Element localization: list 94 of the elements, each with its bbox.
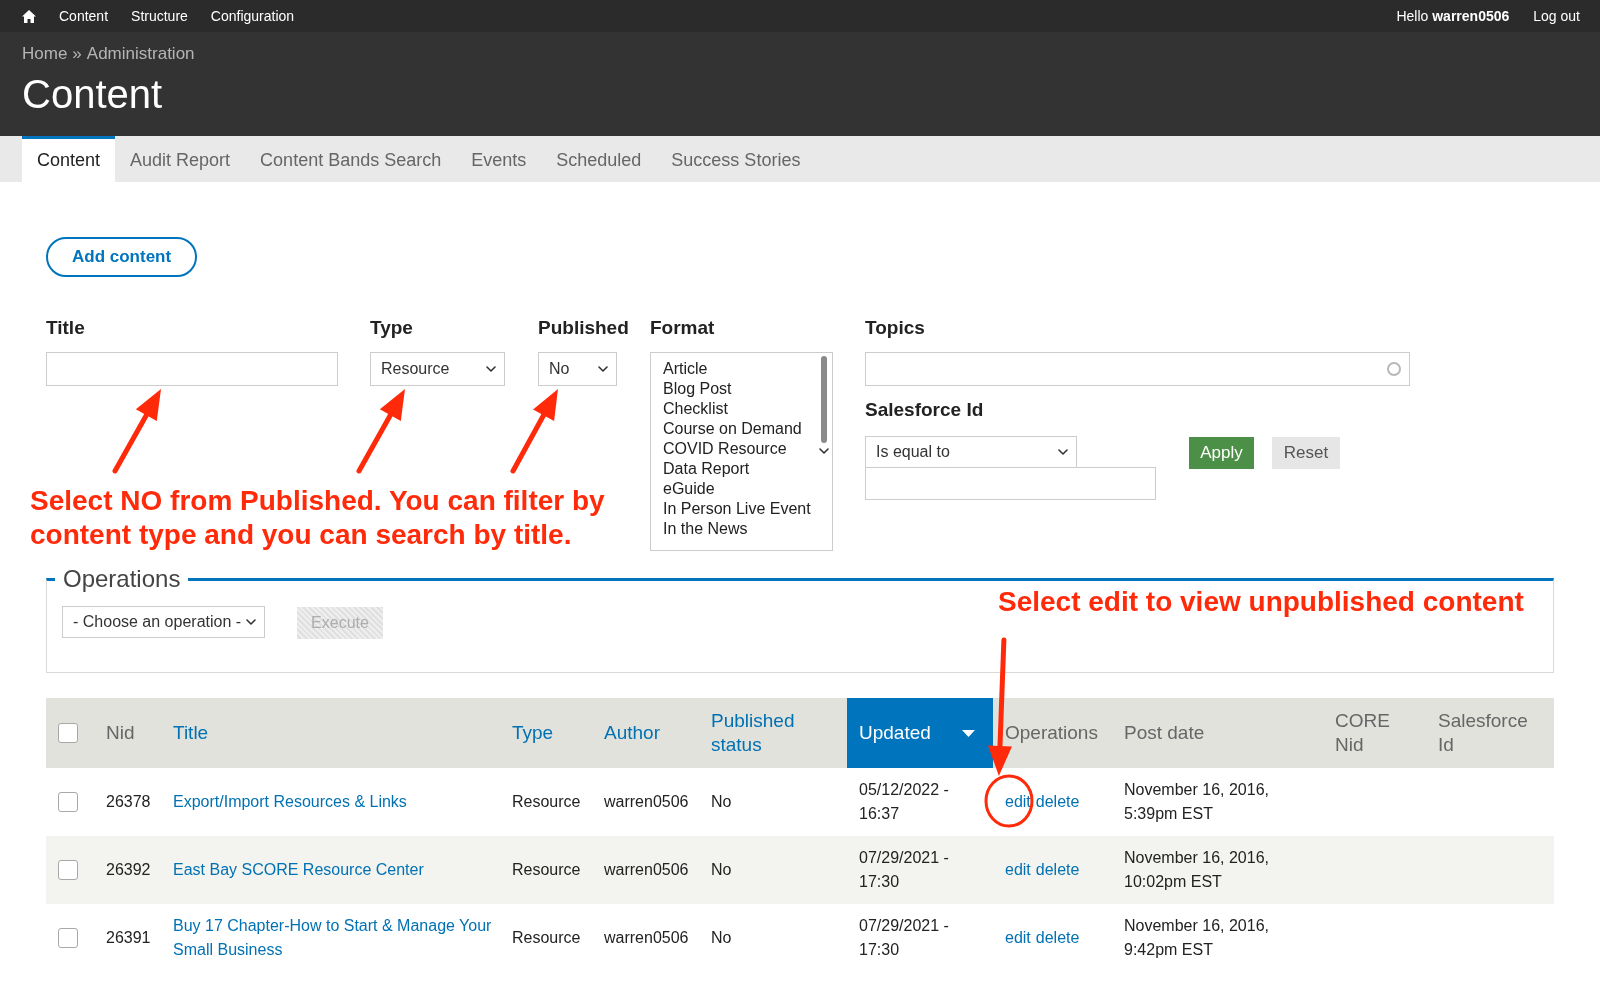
format-option[interactable]: Checklist [661, 399, 730, 419]
home-icon[interactable] [22, 9, 36, 23]
chevron-down-icon [598, 366, 608, 372]
annotation-circle [983, 774, 1035, 828]
format-option[interactable]: In Person Live Event [661, 499, 813, 519]
annotation-text: Select edit to view unpublished content [998, 585, 1524, 619]
toolbar-link[interactable]: Content [59, 5, 109, 27]
breadcrumb-link[interactable]: Home [22, 42, 68, 66]
format-option[interactable]: Article [661, 359, 710, 379]
operations-legend: Operations [55, 565, 189, 593]
tab[interactable]: Content Bands Search [245, 136, 457, 182]
format-option[interactable]: Course on Demand [661, 419, 804, 439]
field-label: Topics [865, 316, 926, 340]
tab[interactable]: Success Stories [656, 136, 816, 182]
column-header: Salesforce Id [1438, 709, 1529, 757]
checkbox[interactable] [58, 723, 78, 743]
operation-link[interactable]: edit [1005, 858, 1031, 882]
user-greeting: Hello warren0506 [1396, 6, 1510, 26]
chevron-down-icon [486, 366, 496, 372]
format-option[interactable]: eGuide [661, 479, 717, 499]
updated-cell: 07/29/2021 - 17:30 [859, 849, 949, 890]
chevron-down-icon [246, 619, 256, 625]
chevron-down-icon [1058, 449, 1068, 455]
author-cell: warren0506 [604, 793, 689, 810]
title-input[interactable] [46, 352, 338, 386]
type-cell: Resource [512, 929, 581, 946]
salesforce-id-input[interactable] [865, 467, 1156, 500]
scrollbar-thumb[interactable] [821, 356, 827, 443]
post-date-cell: November 16, 2016, 10:02pm EST [1124, 849, 1269, 890]
post-date-cell: November 16, 2016, 5:39pm EST [1124, 781, 1269, 822]
reset-button[interactable]: Reset [1272, 437, 1340, 469]
operation-select[interactable]: - Choose an operation - [62, 606, 265, 638]
tab[interactable]: Scheduled [541, 136, 657, 182]
status-cell: No [711, 793, 732, 810]
column-sort-link[interactable]: Title [173, 721, 209, 745]
column-sort-link[interactable]: Type [512, 721, 554, 745]
type-cell: Resource [512, 861, 581, 878]
post-date-cell: November 16, 2016, 9:42pm EST [1124, 917, 1269, 958]
annotation-text: Select NO from Published. You can filter by content type and you can search by title. [30, 484, 606, 552]
tab[interactable]: Events [456, 136, 542, 182]
author-cell: warren0506 [604, 929, 689, 946]
type-select[interactable]: Resource [370, 352, 505, 386]
tab[interactable]: Audit Report [115, 136, 246, 182]
tab[interactable]: Content [22, 136, 116, 182]
content-link[interactable]: Export/Import Resources & Links [173, 790, 407, 814]
chevron-down-icon [819, 448, 829, 454]
checkbox[interactable] [58, 792, 78, 812]
content-link[interactable]: East Bay SCORE Resource Center [173, 858, 424, 882]
format-option[interactable]: COVID Resource [661, 439, 789, 459]
ring-icon [1387, 362, 1401, 376]
caret-down-icon [962, 729, 975, 737]
column-sort-link[interactable]: Published status [711, 709, 835, 757]
published-select[interactable]: No [538, 352, 617, 386]
add-content-button[interactable]: Add content [46, 237, 198, 277]
format-option[interactable]: Blog Post [661, 379, 734, 399]
column-header: Operations [1005, 721, 1098, 745]
apply-button[interactable]: Apply [1189, 437, 1254, 469]
operation-link[interactable]: delete [1035, 858, 1080, 882]
column-sort-link[interactable]: Updated [847, 698, 993, 768]
operator-select[interactable]: Is equal to [865, 436, 1077, 468]
author-cell: warren0506 [604, 861, 689, 878]
field-label: Title [46, 316, 86, 340]
format-option[interactable]: Data Report [661, 459, 752, 479]
field-label: Type [370, 316, 413, 340]
operation-link[interactable]: delete [1035, 926, 1080, 950]
column-sort-link[interactable]: Author [604, 721, 660, 745]
topics-input[interactable] [865, 352, 1410, 386]
type-cell: Resource [512, 793, 581, 810]
logout-link[interactable]: Log out [1533, 5, 1580, 27]
content-link[interactable]: Buy 17 Chapter-How to Start & Manage Your Small Business [173, 914, 492, 962]
nid-cell: 26378 [106, 793, 151, 810]
breadcrumb-link[interactable]: Administration [86, 42, 195, 66]
field-label: Published [538, 316, 629, 340]
nid-cell: 26392 [106, 861, 151, 878]
toolbar-link[interactable]: Structure [131, 5, 188, 27]
updated-cell: 05/12/2022 - 16:37 [859, 781, 949, 822]
status-cell: No [711, 861, 732, 878]
field-label: Format [650, 316, 716, 340]
format-option[interactable]: In the News [661, 519, 750, 539]
operation-link[interactable]: edit [1005, 926, 1031, 950]
format-listbox[interactable]: Article Blog Post Checklist Course on Demand COVID Resource Data Report eGuide In Person Live Event In the News [650, 352, 833, 551]
toolbar-link[interactable]: Configuration [210, 5, 295, 27]
field-label: Salesforce Id [865, 398, 985, 422]
status-cell: No [711, 929, 732, 946]
column-header: Post date [1124, 721, 1205, 745]
column-header: CORE Nid [1335, 709, 1391, 757]
updated-cell: 07/29/2021 - 17:30 [859, 917, 949, 958]
page-title: Content [22, 71, 164, 118]
nid-cell: 26391 [106, 929, 151, 946]
checkbox[interactable] [58, 928, 78, 948]
operation-link[interactable]: delete [1035, 790, 1080, 814]
column-header: Nid [106, 721, 135, 745]
checkbox[interactable] [58, 860, 78, 880]
breadcrumb-separator: » [72, 43, 82, 65]
